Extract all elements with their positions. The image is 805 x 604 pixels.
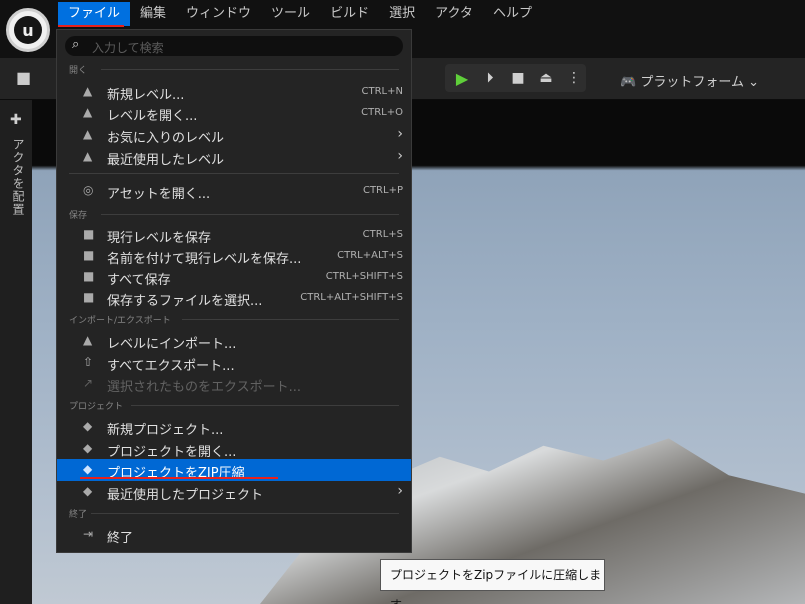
annotation-underline-zip — [80, 477, 278, 479]
logo-glyph: u — [14, 16, 42, 44]
play-icon[interactable]: ▶ — [453, 69, 471, 88]
menu-open-project[interactable]: ◆ プロジェクトを開く... — [57, 438, 411, 460]
open-asset-icon: ◎ — [83, 183, 94, 197]
platforms-label: プラットフォーム — [640, 75, 744, 90]
play-controls: ▶ ⏵ ■ ⏏ ⋮ — [445, 64, 586, 92]
save-as-icon: ■ — [83, 248, 95, 262]
section-open: 開く — [69, 63, 399, 76]
menu-save-current-level[interactable]: ■ 現行レベルを保存 CTRL+S — [57, 224, 411, 246]
export-icon: ⇧ — [83, 355, 94, 369]
search-icon: ⌕ — [72, 37, 80, 52]
gamepad-icon: 🎮 — [620, 75, 637, 90]
place-actors-icon[interactable]: ✚ — [10, 112, 22, 128]
editor-window: u ファイル 編集 ウィンドウ ツール ビルド 選択 アクタ ヘルプ ■ ▶ ⏵… — [0, 0, 805, 604]
section-import-export: インポート/エクスポート — [69, 313, 399, 326]
open-level-icon: ▲ — [83, 105, 93, 119]
stop-icon[interactable]: ■ — [509, 70, 527, 86]
exit-icon: ⇥ — [83, 527, 94, 541]
menu-actor[interactable]: アクタ — [425, 2, 483, 26]
menu-edit[interactable]: 編集 — [130, 2, 176, 26]
menu-separator — [69, 173, 399, 174]
menu-exit[interactable]: ⇥ 終了 — [57, 524, 411, 546]
save-icon: ■ — [83, 227, 95, 241]
menu-favorite-levels[interactable]: ▲ お気に入りのレベル › — [57, 124, 411, 146]
menu-help[interactable]: ヘルプ — [483, 2, 542, 26]
zip-tooltip: プロジェクトをZipファイルに圧縮します — [380, 559, 605, 604]
menu-open-asset[interactable]: ◎ アセットを開く... CTRL+P — [57, 180, 411, 202]
menu-save-current-level-as[interactable]: ■ 名前を付けて現行レベルを保存... CTRL+ALT+S — [57, 245, 411, 267]
section-exit: 終了 — [69, 507, 399, 520]
left-panel: ✚ アクタを配置 — [0, 100, 32, 604]
menu-new-level[interactable]: ▲ 新規レベル... CTRL+N — [57, 81, 411, 103]
save-all-icon: ■ — [83, 269, 95, 283]
annotation-underline-file — [58, 25, 124, 27]
recent-projects-icon: ◆ — [83, 484, 93, 498]
menu-import-into-level[interactable]: ▲ レベルにインポート... — [57, 330, 411, 352]
new-project-icon: ◆ — [83, 419, 93, 433]
submenu-arrow-icon: › — [397, 483, 403, 499]
search-placeholder: 入力して検索 — [92, 41, 164, 55]
menu-export-all[interactable]: ⇧ すべてエクスポート... — [57, 352, 411, 374]
export-selected-icon: ↗ — [83, 376, 94, 390]
file-menu-dropdown: ⌕ 入力して検索 開く ▲ 新規レベル... CTRL+N ▲ レベルを開く... CT… — [56, 29, 412, 553]
menu-open-level[interactable]: ▲ レベルを開く... CTRL+O — [57, 102, 411, 124]
submenu-arrow-icon: › — [397, 148, 403, 164]
menu-save-all[interactable]: ■ すべて保存 CTRL+SHIFT+S — [57, 266, 411, 288]
open-project-icon: ◆ — [83, 441, 93, 455]
menu-new-project[interactable]: ◆ 新規プロジェクト... — [57, 416, 411, 438]
section-project: プロジェクト — [69, 399, 399, 412]
submenu-arrow-icon: › — [397, 126, 403, 142]
place-actors-tab[interactable]: アクタを配置 — [10, 138, 27, 216]
more-options-icon[interactable]: ⋮ — [565, 70, 583, 86]
menu-window[interactable]: ウィンドウ — [176, 2, 261, 26]
import-icon: ▲ — [83, 333, 93, 347]
menu-recent-levels[interactable]: ▲ 最近使用したレベル › — [57, 146, 411, 168]
menu-choose-files-to-save[interactable]: ■ 保存するファイルを選択... CTRL+ALT+SHIFT+S — [57, 287, 411, 309]
favorite-levels-icon: ▲ — [83, 127, 93, 141]
unreal-logo[interactable]: u — [6, 8, 50, 52]
menu-search-field[interactable]: ⌕ 入力して検索 — [65, 36, 403, 56]
menu-file[interactable]: ファイル — [58, 2, 131, 26]
recent-levels-icon: ▲ — [83, 149, 93, 163]
menu-tools[interactable]: ツール — [261, 2, 320, 26]
menu-recent-projects[interactable]: ◆ 最近使用したプロジェクト › — [57, 481, 411, 503]
new-level-icon: ▲ — [83, 84, 93, 98]
save-icon[interactable]: ■ — [16, 68, 34, 87]
platforms-button[interactable]: 🎮 プラットフォーム ⌄ — [620, 71, 759, 90]
choose-files-icon: ■ — [83, 290, 95, 304]
menu-export-selected: ↗ 選択されたものをエクスポート... — [83, 376, 302, 395]
menu-select[interactable]: 選択 — [379, 2, 425, 26]
chevron-down-icon: ⌄ — [748, 75, 759, 90]
zip-project-icon: ◆ — [83, 462, 93, 476]
section-save: 保存 — [69, 208, 399, 221]
eject-icon[interactable]: ⏏ — [537, 70, 555, 86]
menu-bar: ファイル 編集 ウィンドウ ツール ビルド 選択 アクタ ヘルプ — [58, 2, 542, 30]
step-icon[interactable]: ⏵ — [481, 70, 499, 86]
menu-build[interactable]: ビルド — [320, 2, 379, 26]
